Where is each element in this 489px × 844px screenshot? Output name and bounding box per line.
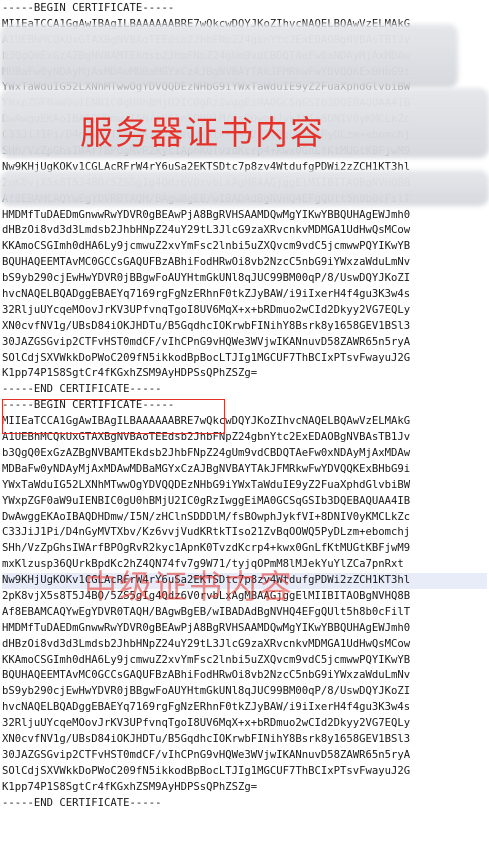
certificate-line: MDBaFw0yNDAyMjAxMDAwMDBaMGYxCzAJBgNVBAYT…: [2, 462, 411, 475]
certificate-line: SOlCdjSXVWkkDoPWoC209fN5ikkodBpBocLTJIg1…: [2, 764, 411, 777]
certificate-line: HMDMfTuDAEDmGnwwRwYDVR0gBEAwPjA8BgRVHSAA…: [2, 621, 411, 634]
certificate-line: BQUHAQEEMTAvMC0GCCsGAQUFBzABhiFodHRwOi8v…: [2, 669, 411, 682]
certificate-line: K1pp74P1S8SgtCr4fKGxhZSM9AyHDPSsQPhZSZg=: [2, 780, 258, 793]
certificate-line: dHBzOi8vd3d3Lmdsb2JhbHNpZ24uY29tL3JlcG9z…: [2, 224, 411, 237]
certificate-line: hvcNAQELBQADggEBAEYq7169rgFgNzERhnF0tkZJ…: [2, 288, 411, 301]
redaction-overlay: [0, 24, 458, 88]
certificate-line: hvcNAQELBQADggEBAEYq7169rgFgNzERhnF0tkZJ…: [2, 701, 411, 714]
certificate-line: C33JiJ1Pi/D4nGyMVTXbv/Kz6vvjVudKRtkTIso2…: [2, 526, 411, 539]
certificate-line: dHBzOi8vd3d3Lmdsb2JhbHNpZ24uY29tL3JlcG9z…: [2, 637, 411, 650]
certificate-line: DwAwggEKAoIBAQDHDmw/I5N/zHClnSDDDlM/fsBO…: [2, 510, 411, 523]
certificate-line: YWxpZGF0aW9uIENBIC0gU0hBMjU2IC0gRzIwggEi…: [2, 494, 411, 507]
certificate-line: K1pp74P1S8SgtCr4fKGxhZSM9AyHDPSsQPhZSZg=: [2, 367, 258, 380]
certificate-line: bS9yb290cjEwHwYDVR0jBBgwFoAUYHtmGkUNl8qJ…: [2, 685, 411, 698]
server-certificate-label: 服务器证书内容: [80, 113, 325, 152]
certificate-line: -----END CERTIFICATE-----: [2, 796, 162, 809]
boundary-highlight-box: [2, 399, 225, 434]
certificate-line: 32RljuUYcqeMOovJrKV3UPfvnqTgoI8UV6MqX+x+…: [2, 303, 411, 316]
certificate-line: b3QgQ0ExGzAZBgNVBAMTEkdsb2JhbFNpZ24gUm9v…: [2, 446, 411, 459]
certificate-line: XN0cvfNV1g/UBsD84iOKJHDTu/B5GqdhcIOKrwbF…: [2, 319, 411, 332]
redaction-overlay: [0, 170, 489, 206]
certificate-line: XN0cvfNV1g/UBsD84iOKJHDTu/B5GqdhcIOKrwbF…: [2, 732, 411, 745]
certificate-line: bS9yb290cjEwHwYDVR0jBBgwFoAUYHtmGkUNl8qJ…: [2, 272, 411, 285]
certificate-line: 30JAZGSGvip2CTFvHST0mdCF/vIhCPnG9vHQWe3W…: [2, 748, 411, 761]
certificate-line: 32RljuUYcqeMOovJrKV3UPfvnqTgoI8UV6MqX+x+…: [2, 717, 411, 730]
certificate-line: SOlCdjSXVWkkDoPWoC209fN5ikkodBpBocLTJIg1…: [2, 351, 411, 364]
certificate-line: SHh/VzZpGhsIWArfBPOgRvR2kyc1ApnK0TvzdKcr…: [2, 542, 411, 555]
certificate-line: YWxTaWduIG52LXNhMTwwOgYDVQQDEzNHbG9iYWxT…: [2, 478, 411, 491]
certificate-line: KKAmoCSGImh0dHA6Ly9jcmwuZ2xvYmFsc2lnbi5u…: [2, 240, 411, 253]
certificate-line: BQUHAQEEMTAvMC0GCCsGAQUFBzABhiFodHRwOi8v…: [2, 256, 411, 269]
intermediate-certificate-label: 中级证书内容: [84, 567, 294, 606]
certificate-line: -----END CERTIFICATE-----: [2, 383, 162, 396]
certificate-line: -----BEGIN CERTIFICATE-----: [2, 2, 175, 14]
certificate-line: KKAmoCSGImh0dHA6Ly9jcmwuZ2xvYmFsc2lnbi5u…: [2, 653, 411, 666]
certificate-line: 30JAZGSGvip2CTFvHST0mdCF/vIhCPnG9vHQWe3W…: [2, 335, 411, 348]
certificate-line: HMDMfTuDAEDmGnwwRwYDVR0gBEAwPjA8BgRVHSAA…: [2, 208, 411, 221]
